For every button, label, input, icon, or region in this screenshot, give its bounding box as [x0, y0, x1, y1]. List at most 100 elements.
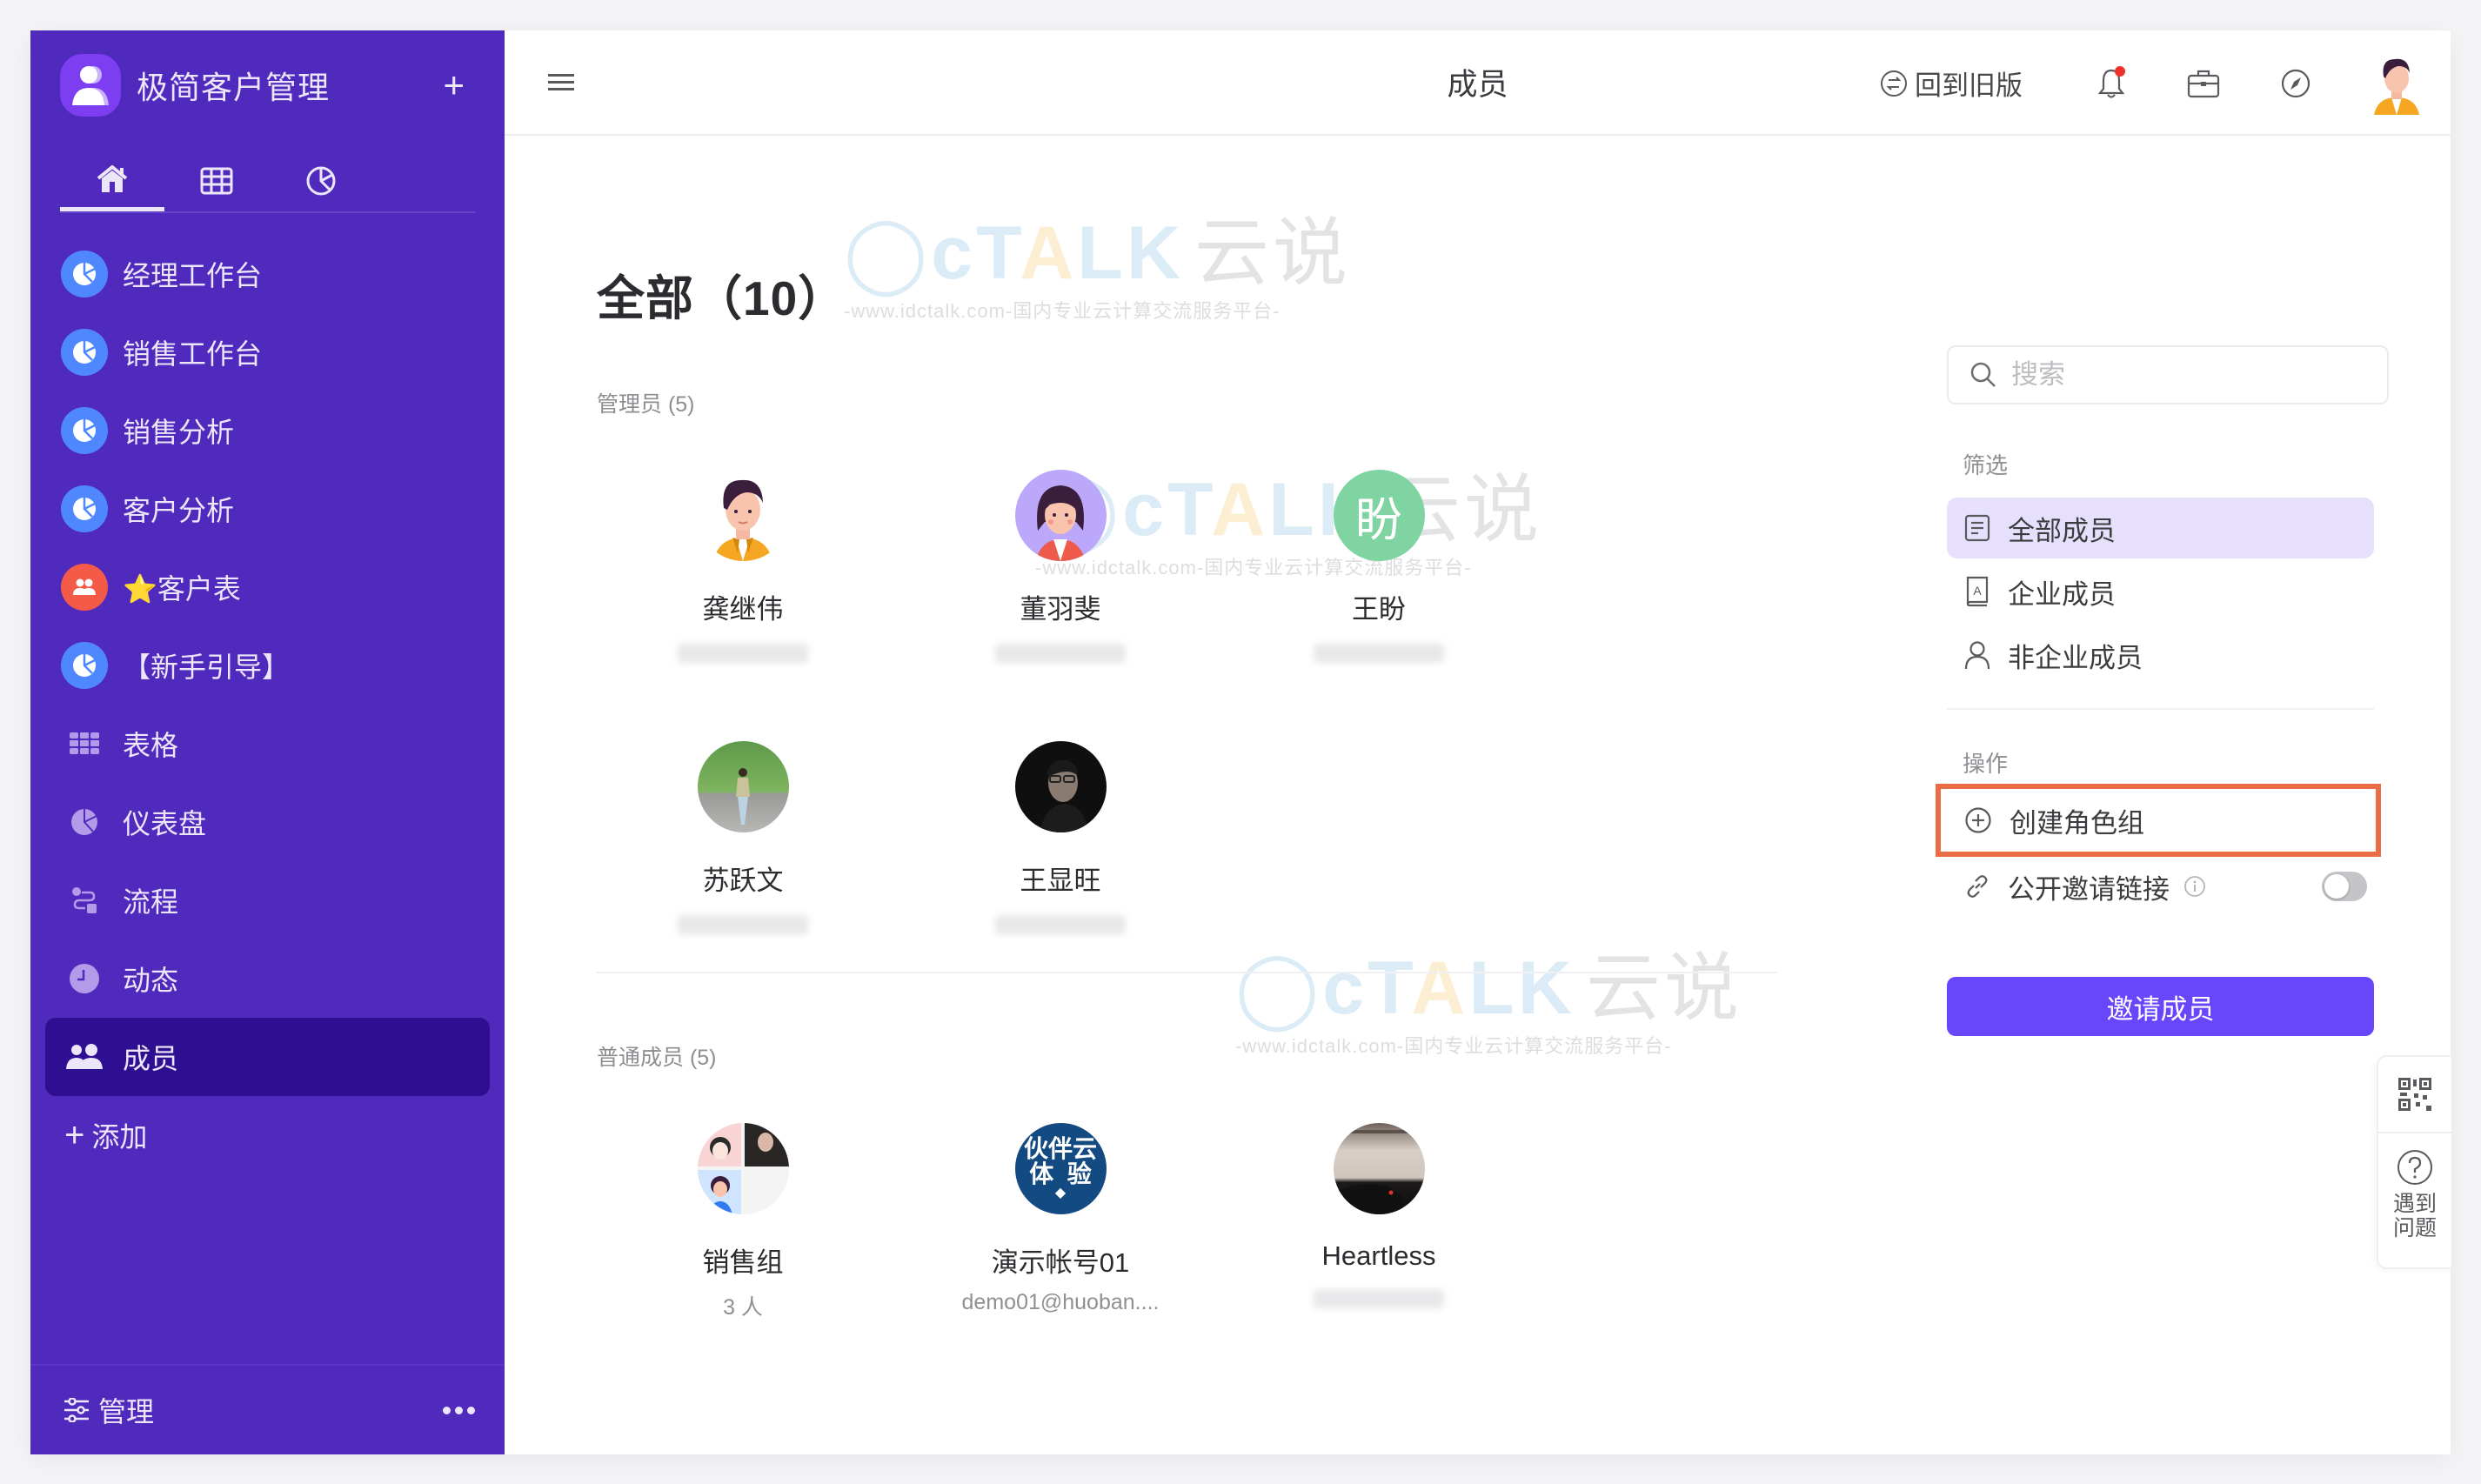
app-window: 极简客户管理 + 经理工作台 销售工作台 销售分析 客户分析 ⭐客户表 【新手引… — [30, 30, 2451, 1454]
old-version-button[interactable]: 回到旧版 — [1880, 64, 2023, 103]
member-phone-blurred — [678, 644, 808, 663]
person-icon — [1964, 641, 1990, 670]
section-divider — [597, 972, 1777, 973]
add-item-button[interactable]: + 添加 — [45, 1096, 490, 1174]
sidebar: 极简客户管理 + 经理工作台 销售工作台 销售分析 客户分析 ⭐客户表 【新手引… — [30, 30, 505, 1454]
sidebar-item-onboarding[interactable]: 【新手引导】 — [45, 626, 490, 705]
sidebar-item-customer-analysis[interactable]: 客户分析 — [45, 470, 490, 548]
briefcase-button[interactable] — [2184, 64, 2223, 103]
add-item-label: 添加 — [91, 1121, 148, 1153]
member-avatar — [698, 470, 789, 561]
operations-section-label: 操作 — [1963, 751, 2009, 777]
dashboard-icon — [61, 642, 108, 689]
tab-dashboards[interactable] — [269, 150, 373, 211]
panel-divider — [1947, 708, 2374, 710]
grid-icon — [61, 720, 108, 767]
member-card[interactable]: 销售组 3 人 — [612, 1123, 873, 1321]
create-role-group-button[interactable]: 创建角色组 — [1936, 784, 2381, 857]
app-header: 极简客户管理 + — [60, 54, 475, 117]
member-email: demo01@huoban.... — [961, 1290, 1160, 1314]
dashboard-icon — [306, 166, 336, 196]
help-icon — [2397, 1150, 2432, 1185]
members-icon — [61, 1033, 108, 1080]
compass-icon — [2281, 69, 2310, 97]
group-avatar — [697, 1123, 789, 1214]
list-icon — [1964, 514, 1990, 542]
sidebar-item-tables[interactable]: 表格 — [45, 705, 490, 783]
public-invite-link-row: 公开邀请链接 — [1947, 855, 2374, 918]
member-card[interactable]: 盼 王盼 — [1248, 470, 1509, 663]
menu-icon[interactable] — [548, 74, 574, 95]
qr-code-button[interactable] — [2378, 1057, 2451, 1133]
plus-icon: + — [64, 1115, 85, 1154]
members-main: 全部（10） ◯cTALK 云说 -www.idctalk.com-国内专业云计算… — [505, 137, 2451, 1454]
plus-icon[interactable]: + — [443, 67, 465, 104]
filter-enterprise-members[interactable]: A 企业成员 — [1947, 561, 2374, 622]
workflow-icon — [61, 877, 108, 924]
member-name: 龚继伟 — [702, 594, 784, 625]
users-icon — [61, 564, 108, 611]
member-card[interactable]: 董羽斐 — [930, 470, 1191, 663]
member-card[interactable]: Heartless — [1248, 1123, 1509, 1308]
sidebar-item-workflow[interactable]: 流程 — [45, 861, 490, 939]
filter-panel: 筛选 全部成员 A 企业成员 — [1936, 345, 2391, 1036]
dashboard-icon — [61, 407, 108, 454]
dashboard-icon — [61, 485, 108, 532]
notification-button[interactable] — [2092, 64, 2130, 103]
search-box[interactable] — [1947, 345, 2389, 404]
sidebar-tabs — [60, 150, 476, 213]
tab-home[interactable] — [60, 150, 164, 211]
member-card[interactable]: 龚继伟 — [612, 470, 873, 663]
switch-icon — [1881, 70, 1907, 97]
header-actions: 回到旧版 — [1880, 30, 2451, 136]
admins-group-label: 管理员 (5) — [597, 392, 695, 417]
briefcase-icon — [2187, 70, 2220, 97]
sidebar-nav: 经理工作台 销售工作台 销售分析 客户分析 ⭐客户表 【新手引导】 表格 仪表盘… — [45, 235, 490, 1174]
member-phone-blurred — [1314, 644, 1444, 663]
member-name: 演示帐号01 — [991, 1247, 1130, 1278]
search-icon — [1970, 362, 1996, 387]
manage-label: 管理 — [98, 1396, 155, 1427]
user-avatar[interactable] — [2369, 52, 2424, 115]
help-button[interactable]: 遇到问题 — [2378, 1133, 2451, 1240]
notification-badge — [2115, 65, 2125, 77]
sidebar-item-customer-table[interactable]: ⭐客户表 — [45, 548, 490, 626]
invite-members-button[interactable]: 邀请成员 — [1947, 977, 2374, 1036]
floating-help-panel: 遇到问题 — [2377, 1055, 2451, 1269]
dashboard-icon — [61, 251, 108, 297]
sidebar-item-members[interactable]: 成员 — [45, 1018, 490, 1096]
filter-non-enterprise-members[interactable]: 非企业成员 — [1947, 625, 2374, 685]
top-header: 成员 回到旧版 — [505, 30, 2451, 136]
info-icon[interactable] — [2183, 875, 2206, 898]
sidebar-item-sales-analysis[interactable]: 销售分析 — [45, 391, 490, 470]
regular-group-label: 普通成员 (5) — [597, 1046, 717, 1070]
explore-button[interactable] — [2277, 64, 2315, 103]
member-avatar — [1014, 470, 1107, 561]
invite-link-toggle[interactable] — [2322, 872, 2367, 901]
sidebar-item-dashboards[interactable]: 仪表盘 — [45, 783, 490, 861]
manage-button[interactable]: 管理 — [64, 1390, 154, 1430]
member-card[interactable]: 伙伴云体 验 ◆ 演示帐号01 demo01@huoban.... — [930, 1123, 1191, 1315]
member-avatar — [1333, 1123, 1425, 1214]
filter-all-members[interactable]: 全部成员 — [1947, 498, 2374, 558]
pie-chart-icon — [61, 799, 108, 846]
member-name: Heartless — [1321, 1240, 1436, 1271]
table-icon — [200, 167, 233, 195]
tab-tables[interactable] — [164, 150, 269, 211]
more-icon[interactable] — [443, 1406, 475, 1414]
member-card[interactable]: 王显旺 — [930, 741, 1191, 934]
sidebar-item-activity[interactable]: 动态 — [45, 939, 490, 1018]
member-name: 王显旺 — [1020, 866, 1101, 896]
watermark: ◯cTALK云说 -www.idctalk.com-国内专业云计算交流服务平台- — [1235, 946, 1742, 1057]
member-name: 王盼 — [1352, 594, 1406, 625]
svg-text:A: A — [1973, 584, 1982, 598]
sidebar-item-sales-workbench[interactable]: 销售工作台 — [45, 313, 490, 391]
member-card[interactable]: 苏跃文 — [612, 741, 873, 934]
app-logo-icon — [60, 54, 121, 117]
page-title: 全部（10） — [597, 271, 847, 325]
old-version-label: 回到旧版 — [1915, 70, 2023, 101]
search-input[interactable] — [2011, 359, 2359, 391]
member-avatar — [1014, 741, 1107, 832]
sidebar-item-manager-workbench[interactable]: 经理工作台 — [45, 235, 490, 313]
sidebar-footer: 管理 — [30, 1364, 505, 1454]
